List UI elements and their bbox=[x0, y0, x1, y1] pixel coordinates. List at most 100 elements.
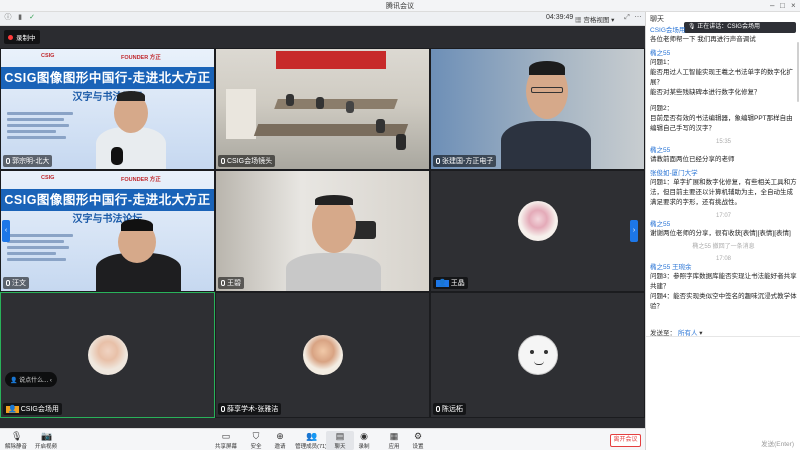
video-tile-2[interactable]: CSIG会场镜头 bbox=[215, 48, 430, 170]
microphone-prop bbox=[111, 147, 123, 165]
participant-avatar bbox=[517, 335, 558, 375]
participant-video bbox=[96, 219, 181, 291]
meeting-topbar: ⓘ ▮ ✓ 04:39:49 ▦ 宫格视图 ▾ ⤢ ⋯ bbox=[0, 12, 645, 26]
chat-message: 张俊如-厦门大学 问题1：单字扩展和数字化修复，有些相关工具和方法，但目前主要还以… bbox=[650, 169, 797, 208]
participant-avatar bbox=[87, 335, 128, 375]
chat-quick-input[interactable]: 👤 说点什么... ‹ bbox=[5, 372, 57, 387]
prev-page-button[interactable]: ‹ bbox=[2, 220, 10, 242]
video-tile-3[interactable]: 张建国-方正电子 bbox=[430, 48, 645, 170]
camera-icon: 📷 bbox=[41, 431, 53, 441]
message-sender[interactable]: CSIG会场用 bbox=[650, 26, 797, 35]
unmute-button[interactable]: 🎙 解除静音 bbox=[2, 431, 30, 450]
manage-members-button[interactable]: 👥 管理成员(71) bbox=[294, 431, 328, 450]
slide-logo-right: FOUNDER 方正 bbox=[121, 177, 161, 183]
settings-button[interactable]: ⚙ 设置 bbox=[404, 431, 432, 450]
message-sender[interactable]: 椭之55 bbox=[650, 49, 797, 58]
participant-name-tag: 汪文 bbox=[3, 277, 29, 289]
message-text: 请教前面两位已经分享的老师 bbox=[650, 156, 735, 163]
participant-name-tag: 👤 王晶 bbox=[433, 277, 468, 289]
slide-subtitle: 汉字与书法论坛 bbox=[72, 214, 143, 225]
video-tile-8[interactable]: 薛享学术-张雅洁 bbox=[215, 292, 430, 418]
participant-video bbox=[96, 89, 166, 169]
message-text: 问题1：单字扩展和数字化修复，有些相关工具和方法，但目前主要还以计算机辅助为主，… bbox=[650, 179, 797, 206]
video-tile-6[interactable]: 👤 王晶 bbox=[430, 170, 645, 292]
security-check-icon: ✓ bbox=[29, 14, 35, 21]
video-tile-7[interactable]: 👤 说点什么... ‹ 👤 CSIG会场用 bbox=[0, 292, 215, 418]
participant-name-tag: 👤 CSIG会场用 bbox=[3, 403, 62, 415]
more-icon[interactable]: ⋯ bbox=[634, 14, 642, 22]
members-icon: 👥 bbox=[306, 431, 318, 441]
record-icon: ◉ bbox=[360, 431, 368, 441]
meeting-timer: 04:39:49 bbox=[546, 14, 574, 21]
chat-messages: CSIG会场用 各位老师帮一下 我们再进行声音调试 椭之55 问题1： 能否用过人工智能… bbox=[646, 26, 800, 334]
message-sender[interactable]: 椭之55 bbox=[650, 146, 797, 155]
participant-avatar bbox=[517, 201, 558, 241]
message-text: 问题4：能否实现类似空中签名的趣味沉浸式教学体验？ bbox=[650, 293, 797, 310]
chat-message: CSIG会场用 各位老师帮一下 我们再进行声音调试 bbox=[650, 26, 797, 45]
video-tile-4[interactable]: CSIG FOUNDER 方正 CSIG图像图形中国行-走进北大方正 汉字与书法… bbox=[0, 170, 215, 292]
message-sender[interactable]: 张俊如-厦门大学 bbox=[650, 169, 797, 178]
window-title: 腾讯会议 bbox=[386, 3, 414, 10]
close-icon[interactable]: × bbox=[791, 1, 796, 10]
message-timestamp: 椭之55 撤回了一条消息 bbox=[692, 244, 755, 250]
send-button[interactable]: 发送(Enter) bbox=[761, 438, 794, 448]
conference-room-video bbox=[216, 49, 429, 169]
info-icon[interactable]: ⓘ bbox=[4, 14, 12, 22]
chat-icon: ▤ bbox=[335, 431, 345, 441]
message-text: 问题1： bbox=[650, 59, 674, 66]
invite-button[interactable]: ⊕ 邀请 bbox=[266, 431, 294, 450]
message-text: 能否用过人工智能实现王羲之书法单字的数字化扩展？ bbox=[650, 69, 793, 86]
participant-name-tag: 张建国-方正电子 bbox=[433, 155, 497, 167]
participant-name-tag: 王碧 bbox=[218, 277, 244, 289]
participant-video bbox=[286, 189, 381, 291]
slide-logo-left: CSIG bbox=[41, 175, 55, 181]
message-timestamp: 17:07 bbox=[715, 213, 731, 219]
slide-info-lines bbox=[7, 231, 89, 281]
message-sender[interactable]: 椭之55 王琬余 bbox=[650, 263, 797, 272]
slide-logo-right: FOUNDER 方正 bbox=[121, 55, 161, 61]
message-text: 问题3：参照字库数据库能否实现让书法能好者共享共建？ bbox=[650, 273, 797, 290]
message-text: 各位老师帮一下 我们再进行声音调试 bbox=[650, 36, 756, 43]
participant-name-tag: 郭宗明-北大 bbox=[3, 155, 53, 167]
meeting-toolbar: 🎙 解除静音 📷 开启视频 ▭ 共享屏幕 ⛉ 安全 ⊕ 邀请 👥 管理成员(71… bbox=[0, 428, 645, 450]
apps-icon: ▦ bbox=[389, 431, 399, 441]
chat-message: 椭之55 撤回了一条消息 bbox=[650, 243, 797, 251]
chat-panel: 聊天 🎙 正在讲话：CSIG会场用 CSIG会场用 各位老师帮一下 我们再进行声音… bbox=[645, 12, 800, 450]
window-title-bar: 腾讯会议 – □ × bbox=[0, 0, 800, 12]
minimize-icon[interactable]: – bbox=[770, 1, 774, 10]
slide-banner: CSIG图像图形中国行-走进北大方正 bbox=[1, 189, 214, 211]
video-tile-5[interactable]: 王碧 bbox=[215, 170, 430, 292]
video-tile-1[interactable]: CSIG FOUNDER 方正 CSIG图像图形中国行-走进北大方正 汉字与书法… bbox=[0, 48, 215, 170]
message-text: 谢谢两位老师的分享，很有收获[表情][表情][表情] bbox=[650, 230, 791, 237]
chat-message: 17:07 椭之55 谢谢两位老师的分享，很有收获[表情][表情][表情] bbox=[650, 212, 797, 239]
message-timestamp: 17:08 bbox=[715, 256, 731, 262]
share-screen-button[interactable]: ▭ 共享屏幕 bbox=[212, 431, 240, 450]
mic-icon: 🎙 bbox=[11, 431, 23, 441]
participant-name-tag: 陈远柘 bbox=[433, 403, 466, 415]
record-button[interactable]: ◉ 录制 bbox=[350, 431, 378, 450]
signal-icon: ▮ bbox=[18, 14, 22, 21]
chat-input[interactable] bbox=[646, 336, 800, 444]
share-icon: ▭ bbox=[221, 431, 231, 441]
slide-logo-left: CSIG bbox=[41, 53, 55, 59]
maximize-icon[interactable]: □ bbox=[780, 1, 785, 10]
slide-info-lines bbox=[7, 109, 89, 159]
invite-icon: ⊕ bbox=[276, 431, 284, 441]
fullscreen-icon[interactable]: ⤢ bbox=[623, 14, 631, 22]
video-tile-9[interactable]: 陈远柘 bbox=[430, 292, 645, 418]
chat-message: 椭之55 问题1： 能否用过人工智能实现王羲之书法单字的数字化扩展？ 能否对某些残缺碑… bbox=[650, 49, 797, 134]
participant-name-tag: 薛享学术-张雅洁 bbox=[218, 403, 282, 415]
chat-message: 15:35 椭之55 请教前面两位已经分享的老师 bbox=[650, 138, 797, 165]
participant-video bbox=[501, 57, 591, 169]
message-text: 能否对某些残缺碑本进行数字化修复？ bbox=[650, 89, 761, 96]
start-video-button[interactable]: 📷 开启视频 bbox=[32, 431, 60, 450]
message-text: 问题2： bbox=[650, 105, 674, 112]
next-page-button[interactable]: › bbox=[630, 220, 638, 242]
leave-meeting-button[interactable]: 离开会议 bbox=[610, 434, 641, 447]
recording-badge: 录制中 bbox=[4, 30, 40, 44]
message-sender[interactable]: 椭之55 bbox=[650, 220, 797, 229]
message-text: 目前是否有效的书法编辑器，象编辑PPT那样自由编辑自己手写的汉字？ bbox=[650, 115, 793, 132]
room-banner bbox=[276, 51, 386, 69]
view-mode-label: 宫格视图 bbox=[583, 17, 610, 24]
view-mode-button[interactable]: ▦ 宫格视图 ▾ bbox=[575, 14, 614, 24]
